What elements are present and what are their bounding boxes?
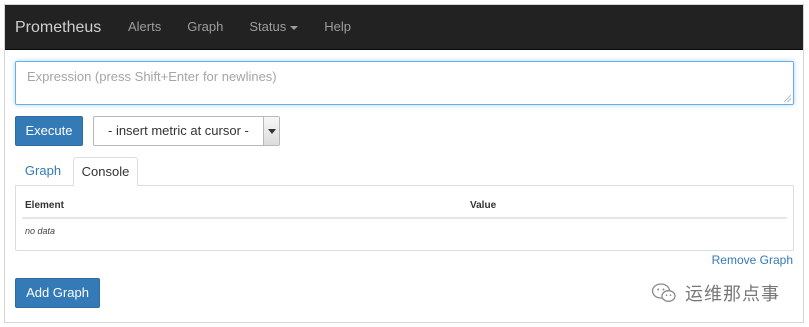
column-header-value: Value (470, 200, 497, 211)
remove-graph-link[interactable]: Remove Graph (712, 253, 793, 267)
insert-metric-select[interactable]: - insert metric at cursor - (93, 116, 280, 146)
resize-grip-icon[interactable] (784, 95, 791, 102)
nav-help[interactable]: Help (311, 5, 364, 50)
insert-metric-value: - insert metric at cursor - (108, 123, 249, 138)
execute-button[interactable]: Execute (15, 116, 83, 146)
add-graph-button[interactable]: Add Graph (15, 278, 100, 308)
nav-status-label: Status (249, 19, 287, 34)
expression-placeholder: Expression (press Shift+Enter for newlin… (27, 69, 277, 84)
caret-down-icon (290, 25, 299, 30)
watermark: 运维那点事 (651, 281, 780, 305)
tab-graph[interactable]: Graph (15, 157, 71, 186)
prometheus-window: Prometheus Alerts Graph Status Help Expr… (4, 4, 804, 323)
tab-console[interactable]: Console (73, 157, 138, 186)
watermark-text: 运维那点事 (685, 284, 780, 305)
column-header-element: Element (25, 200, 64, 211)
nav-menu: Alerts Graph Status Help (115, 5, 364, 50)
nav-alerts[interactable]: Alerts (115, 5, 174, 50)
expression-input[interactable]: Expression (press Shift+Enter for newlin… (15, 61, 794, 105)
header-divider (22, 217, 787, 219)
console-panel: Element Value no data (15, 185, 794, 251)
no-data-text: no data (25, 226, 56, 236)
nav-status[interactable]: Status (236, 5, 311, 50)
navbar: Prometheus Alerts Graph Status Help (5, 5, 803, 50)
nav-graph[interactable]: Graph (174, 5, 236, 50)
wechat-icon (651, 283, 676, 302)
dropdown-arrow-icon (263, 117, 279, 145)
brand-link[interactable]: Prometheus (15, 5, 101, 50)
